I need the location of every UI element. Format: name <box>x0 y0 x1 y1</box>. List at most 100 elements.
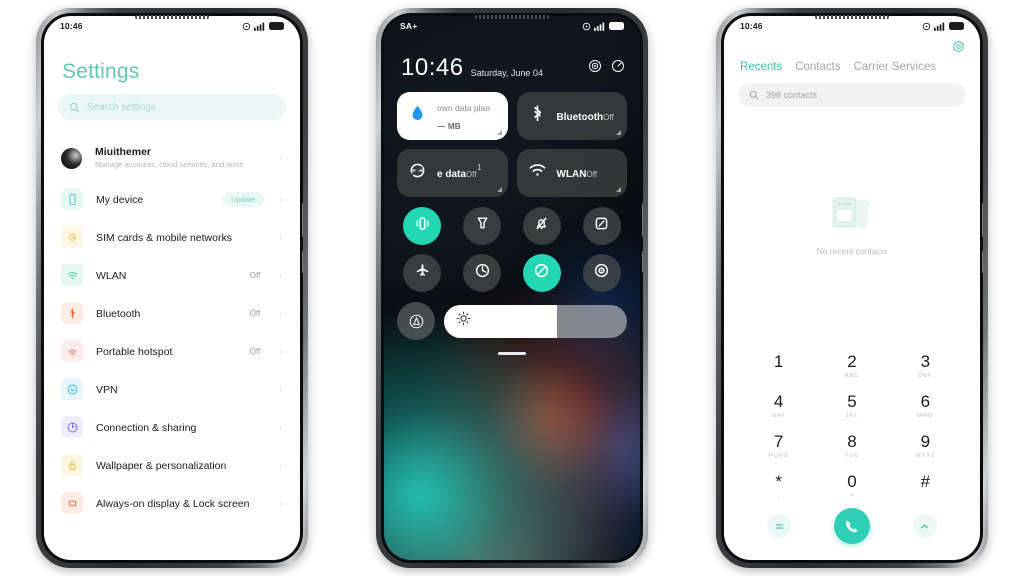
keypad-menu-icon[interactable] <box>767 514 792 538</box>
mobile-data-icon <box>407 160 428 186</box>
update-badge[interactable]: Update <box>222 191 265 207</box>
wifi-icon <box>527 160 548 186</box>
search-icon <box>749 90 759 100</box>
settings-row-text: Connection & sharing <box>96 418 266 436</box>
power-button[interactable] <box>302 251 303 273</box>
settings-row-label: Connection & sharing <box>96 422 197 434</box>
toggle-silent-bell-off[interactable] <box>522 207 561 245</box>
volume-button[interactable] <box>302 203 303 237</box>
power-icon[interactable] <box>611 59 625 78</box>
settings-row-connection-sharing[interactable]: Connection & sharing › <box>58 408 286 446</box>
clock-date: Saturday, June 04 <box>470 68 543 78</box>
tab-carrier-services[interactable]: Carrier Services <box>854 61 936 73</box>
power-button[interactable] <box>982 251 983 273</box>
tile-expand-corner[interactable] <box>496 130 502 135</box>
settings-row-value: Off <box>249 308 261 318</box>
chevron-right-icon: › <box>279 498 282 508</box>
location-eye-icon <box>592 261 611 285</box>
settings-row-text: Portable hotspot <box>96 342 237 360</box>
dialpad-key-letters <box>742 373 815 380</box>
tab-contacts[interactable]: Contacts <box>795 61 840 73</box>
settings-body: Settings Search settings Miuithemer Mana… <box>44 60 300 522</box>
dialpad-key-letters <box>889 493 962 500</box>
tile-text: e dataOff <box>437 164 498 182</box>
settings-phone: 10:46 ' Settings Search settings Miuithe… <box>36 8 308 568</box>
dialpad-key-number: 1 <box>773 352 784 371</box>
dialpad-key-4[interactable]: 4 GHI <box>742 387 815 424</box>
dialer-settings-button[interactable] <box>724 36 980 55</box>
dialpad-key-2[interactable]: 2 ABC <box>815 347 888 384</box>
dialer-actions <box>724 504 980 560</box>
dialpad-key-6[interactable]: 6 MNO <box>889 387 962 424</box>
svg-text:': ' <box>254 22 255 26</box>
dialpad-key-0[interactable]: 0 + <box>815 467 888 504</box>
tile-wlan[interactable]: WLANOff <box>516 149 627 197</box>
tile-own-data-plan[interactable]: own data plan — MB <box>397 92 508 140</box>
connection-sharing-icon <box>61 416 83 438</box>
toggle-flashlight[interactable] <box>463 207 502 245</box>
chevron-up-icon[interactable] <box>912 514 937 538</box>
tile-state: Off <box>586 170 598 179</box>
settings-row-always-on-display-lock-screen[interactable]: Always-on display & Lock screen › <box>58 484 286 522</box>
clock-row: 10:46 Saturday, June 04 <box>401 56 625 80</box>
settings-row-portable-hotspot[interactable]: Portable hotspot Off › <box>58 332 286 370</box>
settings-row-vpn[interactable]: VPN › <box>58 370 286 408</box>
tile-state: Off <box>465 170 477 179</box>
toggle-timer-clock[interactable] <box>463 254 502 292</box>
settings-row-sim-cards-mobile-networks[interactable]: SIM cards & mobile networks › <box>58 218 286 256</box>
tile-e-data[interactable]: e dataOff 1 <box>397 149 508 197</box>
toggle-location-eye[interactable] <box>582 254 621 292</box>
brightness-slider[interactable] <box>444 304 627 338</box>
tile-bluetooth[interactable]: BluetoothOff <box>516 92 627 140</box>
dialpad-key-star[interactable]: *, <box>742 467 815 504</box>
dialpad-key-letters: , <box>777 493 780 499</box>
dialpad-key-letters: GHI <box>772 413 786 419</box>
dialpad-key-5[interactable]: 5 JKL <box>815 387 888 424</box>
status-bar-icons: ' <box>242 22 284 31</box>
dialpad-key-number: 7 <box>773 432 784 451</box>
tab-recents[interactable]: Recents <box>740 61 782 73</box>
toggle-airplane-mode[interactable] <box>403 254 442 292</box>
drag-handle[interactable] <box>498 352 526 355</box>
vpn-shield-icon <box>61 378 83 400</box>
screenshot-icon <box>592 214 611 238</box>
toggle-vibrate[interactable] <box>403 207 442 245</box>
three-phone-showcase: 10:46 ' Settings Search settings Miuithe… <box>0 0 1024 576</box>
dialpad-key-3[interactable]: 3 DEF <box>889 347 962 384</box>
account-row[interactable]: Miuithemer Manage accounts, cloud servic… <box>58 136 286 180</box>
toggle-do-not-disturb[interactable] <box>522 254 561 292</box>
settings-gear-icon <box>953 40 964 53</box>
dialpad-key-hash[interactable]: # <box>889 467 962 504</box>
settings-row-bluetooth[interactable]: Bluetooth Off › <box>58 294 286 332</box>
settings-gear-icon[interactable] <box>588 59 602 78</box>
settings-row-text: My device <box>96 190 209 208</box>
contacts-search-input[interactable]: 398 contacts <box>738 83 966 107</box>
dialpad-key-number: 5 <box>847 392 857 411</box>
settings-row-wallpaper-personalization[interactable]: Wallpaper & personalization › <box>58 446 286 484</box>
tile-state: — MB <box>437 122 461 131</box>
search-icon <box>69 102 80 112</box>
auto-brightness-icon[interactable] <box>397 302 435 340</box>
phone-bezel: 10:46 ' Settings Search settings Miuithe… <box>41 13 303 563</box>
search-input[interactable]: Search settings <box>58 94 286 120</box>
dialpad-key-9[interactable]: 9 WXYZ <box>889 427 962 464</box>
settings-row-my-device[interactable]: My device Update › <box>58 180 286 218</box>
call-button[interactable] <box>833 508 870 544</box>
volume-button[interactable] <box>982 203 983 237</box>
volume-button[interactable] <box>642 203 643 237</box>
status-bar-time: 10:46 <box>740 21 763 31</box>
dialpad-key-7[interactable]: 7 PQRS <box>742 427 815 464</box>
settings-row-wlan[interactable]: WLAN Off › <box>58 256 286 294</box>
power-button[interactable] <box>642 251 643 273</box>
avatar <box>61 147 82 169</box>
tile-expand-corner[interactable] <box>616 130 621 135</box>
toggle-screenshot[interactable] <box>582 207 621 245</box>
dialpad-key-1[interactable]: 1 <box>742 347 815 384</box>
brightness-row <box>397 302 627 340</box>
tile-expand-corner[interactable] <box>496 187 502 192</box>
wifi-icon <box>61 264 83 286</box>
dialpad-key-8[interactable]: 8 TUV <box>815 427 888 464</box>
chevron-right-icon: › <box>279 232 282 242</box>
tile-expand-corner[interactable] <box>616 187 621 192</box>
settings-row-text: SIM cards & mobile networks <box>96 228 266 246</box>
